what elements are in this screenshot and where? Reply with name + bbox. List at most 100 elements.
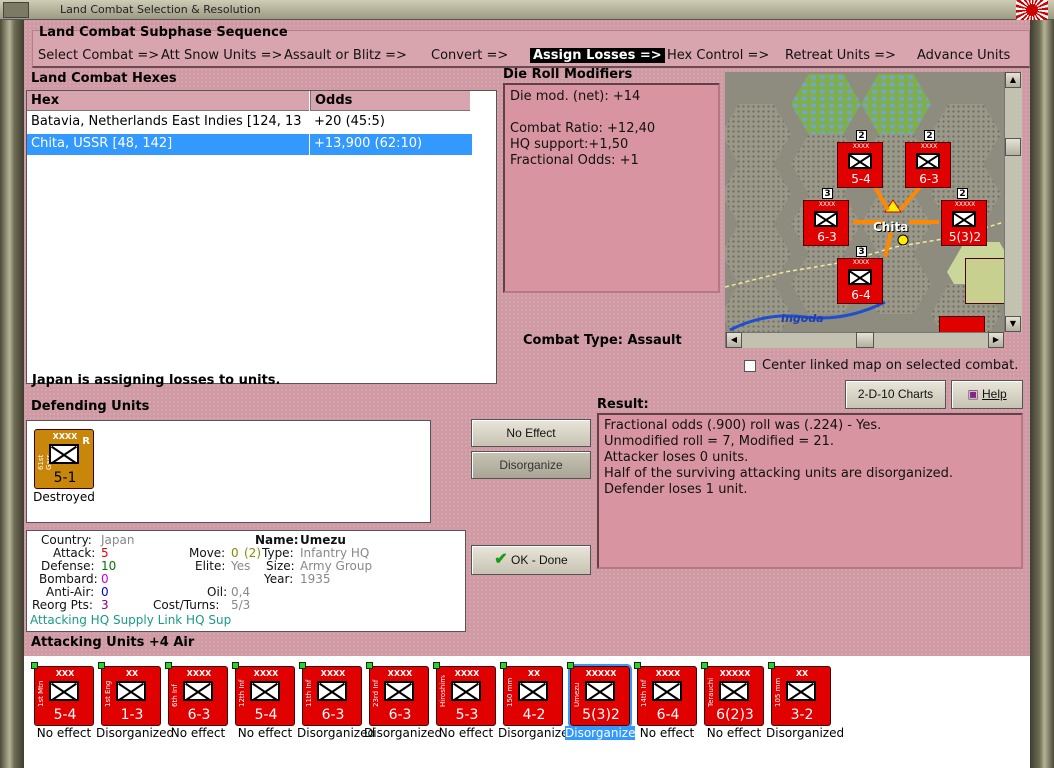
help-button[interactable]: ▣ Help (951, 380, 1023, 409)
map-counter-5[interactable]: XXXX 6-4 (837, 258, 883, 304)
right-frame (1030, 20, 1054, 768)
status-text: Japan is assigning losses to units. (32, 373, 281, 388)
info-supply: Attacking HQ Supply Link HQ Sup (30, 613, 232, 627)
step-assign-losses[interactable]: Assign Losses => (530, 48, 665, 63)
map-counter-2[interactable]: XXXX 6-3 (905, 142, 951, 188)
map-counter-1[interactable]: XXXX 5-4 (837, 142, 883, 188)
defending-unit-caption: Destroyed (33, 490, 95, 504)
hex-row-batavia[interactable]: Batavia, Netherlands East Indies [124, 1… (27, 112, 309, 133)
defending-title: Defending Units (31, 399, 150, 414)
step-convert[interactable]: Convert => (431, 48, 508, 63)
info-year: 1935 (300, 572, 331, 586)
help-label: Help (982, 387, 1007, 401)
map-air-counter[interactable] (965, 258, 1004, 304)
map-vscroll[interactable]: ▲ ▼ (1004, 72, 1022, 332)
hex-row-chita[interactable]: Chita, USSR [48, 142] (27, 134, 309, 155)
hexes-list[interactable]: Hex Odds Batavia, Netherlands East Indie… (26, 90, 497, 384)
step-att-snow-units[interactable]: Att Snow Units => (161, 48, 282, 63)
attacking-unit-counter[interactable]: XXXX 23rd Inf 6-3 (366, 662, 429, 726)
attacking-unit-counter[interactable]: XXXX 11th Inf 6-3 (299, 662, 362, 726)
attacking-unit-counter[interactable]: XX 1st Eng 1-3 (98, 662, 161, 726)
map-stack-badge-1: 2 (856, 130, 867, 141)
attacking-unit-counter[interactable]: XXXX 6th Inf 6-3 (165, 662, 228, 726)
col-odds[interactable]: Odds (310, 91, 470, 111)
info-country-label: Country: (41, 533, 92, 547)
step-retreat-units[interactable]: Retreat Units => (785, 48, 896, 63)
sequence-title: Land Combat Subphase Sequence (39, 25, 288, 40)
attacking-unit-caption: No effect (639, 726, 695, 740)
unit-info-panel: Country: Japan Attack: 5 Defense: 10 Bom… (26, 530, 466, 632)
info-bombard-label: Bombard: (39, 572, 98, 586)
info-defense-label: Defense: (41, 559, 95, 573)
attacking-unit-caption: Disorganized (364, 726, 443, 740)
ok-done-button[interactable]: ✔ OK - Done (471, 545, 591, 575)
odds-row-chita[interactable]: +13,900 (62:10) (310, 134, 472, 155)
info-move-extra: (2) (244, 546, 261, 560)
defending-units-panel: XXXX 61st Garr R 5-1 Destroyed (26, 420, 431, 523)
attacking-unit-caption: Disorganized (565, 726, 644, 740)
result-line-1: Fractional odds (.900) roll was (.224) -… (604, 418, 882, 433)
attacking-unit-caption: No effect (438, 726, 494, 740)
step-hex-control[interactable]: Hex Control => (667, 48, 769, 63)
defending-unit-counter[interactable]: XXXX 61st Garr R 5-1 (34, 429, 94, 489)
info-year-label: Year: (264, 572, 294, 586)
linked-map[interactable]: Chita Ingoda XXXX 5-4 2 XXXX 6-3 2 XXXX 6-3… (725, 72, 1004, 332)
disorganize-button[interactable]: Disorganize (471, 451, 591, 479)
modifiers-panel: Die mod. (net): +14 Combat Ratio: +12,40… (503, 83, 720, 293)
info-cost-label: Cost/Turns: (153, 598, 220, 612)
col-hex[interactable]: Hex (27, 91, 309, 111)
map-scroll-right[interactable]: ▶ (988, 332, 1004, 348)
map-river-label: Ingoda (781, 312, 824, 325)
info-size: Army Group (300, 559, 373, 573)
step-advance-units[interactable]: Advance Units (917, 48, 1010, 63)
info-move-label: Move: (189, 546, 226, 560)
map-scroll-left[interactable]: ◀ (726, 332, 742, 348)
charts-button[interactable]: 2-D-10 Charts (845, 380, 946, 409)
attacking-title: Attacking Units +4 Air (31, 635, 195, 650)
result-line-2: Unmodified roll = 7, Modified = 21. (604, 434, 835, 449)
result-title: Result: (597, 397, 649, 412)
odds-row-batavia[interactable]: +20 (45:5) (310, 112, 470, 133)
attacking-units-panel: XXX 1st Mtn 5-4 No effect XX 1st Eng 1-3 Disorg… (24, 656, 1030, 768)
info-elite: Yes (231, 559, 251, 573)
map-scroll-down[interactable]: ▼ (1005, 316, 1021, 332)
attacking-unit-caption: Disorganized (297, 726, 376, 740)
center-map-label: Center linked map on selected combat. (762, 358, 1019, 373)
attacking-unit-counter[interactable]: XXXXX Terauchi 6(2)3 (701, 662, 764, 726)
mod-frac: Fractional Odds: +1 (510, 153, 639, 168)
info-cost: 5/3 (231, 598, 251, 612)
attacking-unit-caption: Disorganized (498, 726, 577, 740)
attacking-unit-caption: No effect (36, 726, 92, 740)
map-vscroll-thumb[interactable] (1005, 138, 1021, 156)
attacking-unit-counter[interactable]: XXXX Hiroshima 5-3 (433, 662, 496, 726)
attacking-unit-counter[interactable]: XX 105 mm 3-2 (768, 662, 831, 726)
attacking-unit-counter[interactable]: XXX 1st Mtn 5-4 (31, 662, 94, 726)
map-stack-badge-2: 2 (924, 130, 935, 141)
attacking-unit-counter[interactable]: XXXX 12th Inf 5-4 (232, 662, 295, 726)
step-select-combat[interactable]: Select Combat => (38, 48, 159, 63)
center-map-checkbox[interactable] (744, 360, 756, 372)
attacking-unit-caption: Disorganized (766, 726, 845, 740)
help-book-icon: ▣ (967, 387, 979, 401)
map-counter-3[interactable]: XXXX 6-3 (803, 200, 849, 246)
attacking-unit-counter[interactable]: XXXX 14th Inf 6-4 (634, 662, 697, 726)
info-oil: 0,4 (231, 585, 251, 599)
info-oil-label: Oil: (207, 585, 228, 599)
map-counter-4[interactable]: XXXXX 5(3)2 (941, 200, 987, 246)
no-effect-button[interactable]: No Effect (471, 419, 591, 447)
map-air-counter-2[interactable] (939, 316, 985, 332)
attacking-unit-counter[interactable]: XXXXX Umezu 5(3)2 (567, 662, 632, 728)
attacking-unit-counter[interactable]: XX 150 mm 4-2 (500, 662, 563, 726)
window-menu-icon[interactable] (3, 2, 29, 18)
map-hscroll-thumb[interactable] (856, 332, 874, 348)
map-stack-badge-4: 2 (957, 188, 968, 199)
mod-hq: HQ support:+1,50 (510, 137, 629, 152)
info-aa-label: Anti-Air: (46, 585, 95, 599)
map-scroll-up[interactable]: ▲ (1005, 72, 1021, 88)
info-defense: 10 (101, 559, 117, 573)
main-content: Land Combat Subphase Sequence Select Com… (24, 20, 1030, 768)
info-reorg: 3 (101, 598, 109, 612)
step-assault-or-blitz[interactable]: Assault or Blitz => (284, 48, 407, 63)
map-hscroll[interactable]: ◀ ▶ (725, 332, 1004, 348)
attacking-unit-caption: Disorganized (96, 726, 175, 740)
